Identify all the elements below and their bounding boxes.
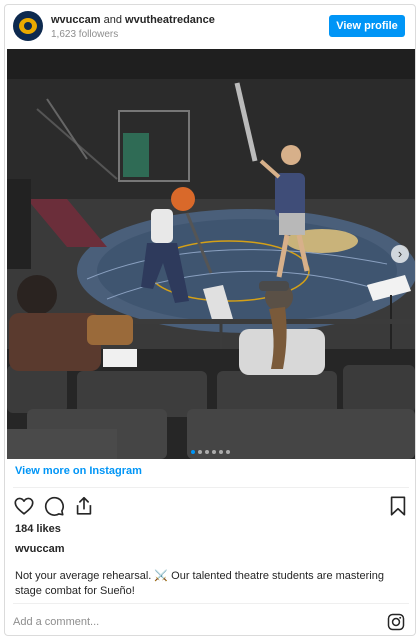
chevron-right-icon[interactable]: › bbox=[391, 245, 409, 263]
carousel-dot bbox=[191, 450, 195, 454]
caption-username[interactable]: wvuccam bbox=[15, 543, 65, 555]
stage-combat-photo bbox=[7, 49, 415, 459]
share-icon[interactable] bbox=[73, 495, 95, 517]
divider bbox=[13, 487, 409, 488]
post-photo[interactable]: › bbox=[7, 49, 415, 459]
post-caption: Not your average rehearsal. ⚔️ Our talen… bbox=[15, 570, 384, 597]
instagram-icon[interactable] bbox=[387, 613, 405, 631]
follower-count: 1,623 followers bbox=[51, 29, 119, 40]
account-link-secondary[interactable]: wvutheatredance bbox=[125, 14, 215, 26]
carousel-dot bbox=[205, 450, 209, 454]
carousel-dot bbox=[219, 450, 223, 454]
account-names: wvuccam and wvutheatredance bbox=[51, 14, 215, 27]
bookmark-icon[interactable] bbox=[387, 495, 409, 517]
like-count: 184 likes bbox=[15, 523, 61, 535]
account-link-primary[interactable]: wvuccam bbox=[51, 14, 101, 26]
action-bar bbox=[13, 495, 409, 517]
comment-icon[interactable] bbox=[43, 495, 65, 517]
view-more-link[interactable]: View more on Instagram bbox=[15, 465, 142, 477]
view-profile-button[interactable]: View profile bbox=[329, 15, 405, 37]
heart-icon[interactable] bbox=[13, 495, 35, 517]
wvu-logo-icon[interactable] bbox=[13, 11, 43, 41]
instagram-embed-card: wvuccam and wvutheatredance 1,623 follow… bbox=[4, 4, 416, 636]
carousel-dot bbox=[198, 450, 202, 454]
accounts-conjunction: and bbox=[103, 14, 122, 26]
post-header: wvuccam and wvutheatredance 1,623 follow… bbox=[5, 5, 415, 49]
divider bbox=[13, 603, 409, 604]
add-comment-input[interactable] bbox=[13, 611, 373, 633]
carousel-dot bbox=[226, 450, 230, 454]
carousel-indicator bbox=[191, 441, 233, 454]
carousel-dot bbox=[212, 450, 216, 454]
